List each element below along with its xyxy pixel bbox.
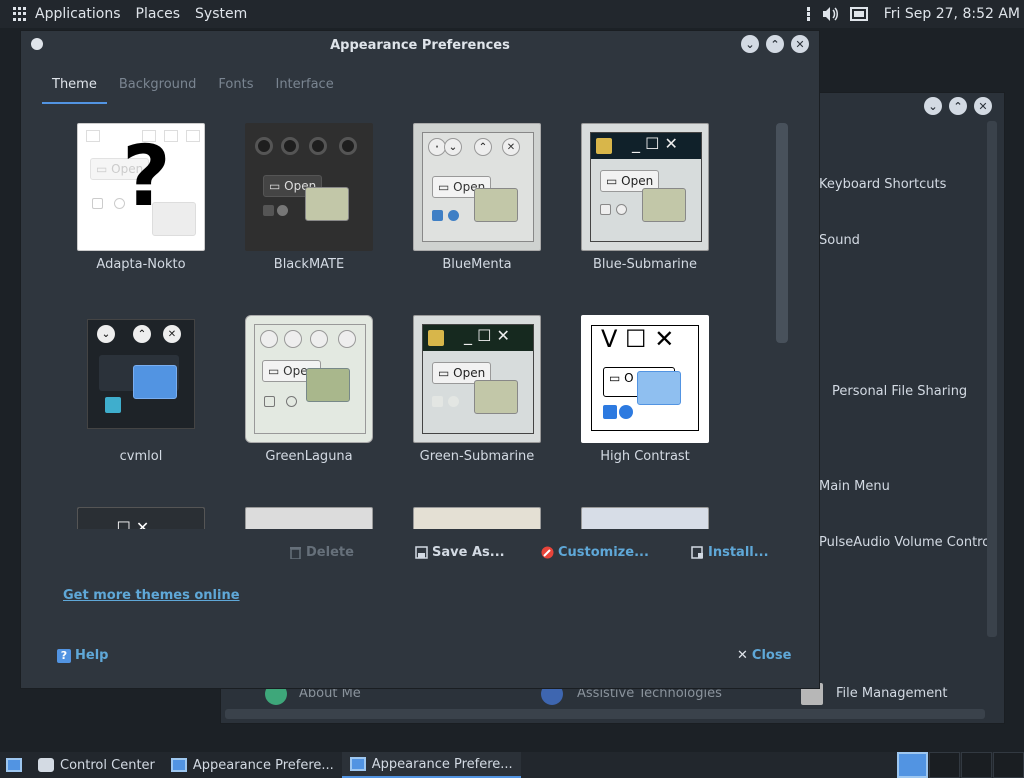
dialog-titlebar[interactable]: Appearance Preferences ⌄ ⌃ ✕ (21, 31, 819, 59)
theme-label: Green-Submarine (419, 449, 535, 464)
theme-thumbnail: V ☐ ✕ ▭ O (581, 315, 709, 443)
tab-fonts[interactable]: Fonts (208, 75, 263, 104)
menu-places[interactable]: Places (136, 6, 181, 22)
theme-label: Adapta-Nokto (96, 257, 186, 272)
theme-thumbnail: ▭ Open ? (77, 123, 205, 251)
workspace-3[interactable] (961, 752, 992, 778)
help-icon: ? (57, 648, 71, 663)
customize-button[interactable]: Customize... (541, 545, 649, 560)
volume-icon[interactable] (822, 6, 840, 22)
bg-item-keyboard-shortcuts[interactable]: Keyboard Shortcuts (819, 177, 946, 192)
desktop-icon (6, 758, 22, 772)
paint-icon (541, 546, 554, 559)
save-as-button[interactable]: Save As... (415, 545, 505, 560)
tab-theme[interactable]: Theme (42, 75, 107, 104)
system-tray: Fri Sep 27, 8:52 AM (806, 0, 1020, 28)
top-panel: Applications Places System Fri Sep 27, 8… (0, 0, 1024, 28)
maximize-icon[interactable]: ⌃ (766, 35, 784, 53)
theme-label: Blue-Submarine (592, 257, 698, 272)
taskbar: Control Center Appearance Prefere... App… (0, 752, 1024, 778)
close-icon[interactable]: ✕ (791, 35, 809, 53)
close-x-icon: ✕ (737, 648, 748, 663)
workspace-2[interactable] (929, 752, 960, 778)
minimize-icon[interactable]: ⌄ (924, 97, 942, 115)
maximize-icon[interactable]: ⌃ (949, 97, 967, 115)
theme-thumbnail: _ ☐ ✕ ▭ Open (413, 315, 541, 443)
get-more-themes-link[interactable]: Get more themes online (63, 588, 240, 603)
bg-item-main-menu[interactable]: Main Menu (819, 479, 890, 494)
tab-background[interactable]: Background (109, 75, 207, 104)
task-appearance-1[interactable]: Appearance Prefere... (163, 752, 342, 778)
theme-thumbnail (245, 507, 373, 529)
theme-label: BlueMenta (442, 257, 512, 272)
appearance-preferences-dialog: Appearance Preferences ⌄ ⌃ ✕ Theme Backg… (20, 30, 820, 689)
theme-item-blackmate[interactable]: ▭ Open BlackMATE (229, 119, 389, 289)
menu-system[interactable]: System (195, 6, 247, 22)
theme-thumbnail: ▭ Open (245, 123, 373, 251)
theme-grid: ▭ Open ? Adapta-Nokto ▭ Open BlackMATE ·… (43, 119, 769, 529)
theme-thumbnail: · ⌄ ⌃ ✕ ▭ Open (413, 123, 541, 251)
workspace-switcher (897, 752, 1024, 778)
theme-list-scrollbar[interactable] (776, 123, 788, 343)
appearance-icon (170, 758, 187, 772)
bg-horizontal-scrollbar[interactable] (225, 709, 985, 719)
control-center-icon (38, 758, 54, 772)
theme-label: GreenLaguna (265, 449, 353, 464)
theme-label: High Contrast (600, 449, 690, 464)
tab-bar: Theme Background Fonts Interface (42, 75, 346, 104)
applications-grid-icon[interactable] (13, 7, 27, 21)
bg-item-file-management[interactable]: File Management (836, 686, 948, 701)
theme-item-adapta-nokto[interactable]: ▭ Open ? Adapta-Nokto (61, 119, 221, 289)
dialog-title: Appearance Preferences (330, 37, 510, 53)
delete-button[interactable]: Delete (289, 545, 354, 560)
bg-item-pulseaudio[interactable]: PulseAudio Volume Control (819, 535, 994, 550)
close-icon[interactable]: ✕ (974, 97, 992, 115)
bg-item-personal-file-sharing[interactable]: Personal File Sharing (832, 384, 967, 399)
theme-thumbnail (413, 507, 541, 529)
task-appearance-2[interactable]: Appearance Prefere... (341, 752, 521, 778)
network-icon[interactable] (806, 6, 812, 22)
minimize-icon[interactable]: ⌄ (741, 35, 759, 53)
close-button[interactable]: ✕ Close (737, 648, 791, 663)
theme-item-partial-4[interactable] (565, 503, 725, 529)
install-button[interactable]: Install... (691, 545, 769, 560)
theme-item-partial-1[interactable]: ⌄ ☐ ✕ (61, 503, 221, 529)
theme-item-bluementa[interactable]: · ⌄ ⌃ ✕ ▭ Open BlueMenta (397, 119, 557, 289)
appearance-icon (349, 757, 366, 771)
install-icon (691, 546, 703, 559)
theme-item-high-contrast[interactable]: V ☐ ✕ ▭ O High Contrast (565, 311, 725, 481)
theme-thumbnail: ▭ Open (245, 315, 373, 443)
save-icon (415, 546, 428, 559)
trash-icon (290, 547, 301, 559)
clock[interactable]: Fri Sep 27, 8:52 AM (884, 6, 1020, 22)
window-menu-icon[interactable] (31, 38, 43, 50)
bg-vertical-scrollbar[interactable] (987, 121, 997, 637)
theme-thumbnail: _ ☐ ✕ ▭ Open (581, 123, 709, 251)
theme-item-green-submarine[interactable]: _ ☐ ✕ ▭ Open Green-Submarine (397, 311, 557, 481)
theme-item-blue-submarine[interactable]: _ ☐ ✕ ▭ Open Blue-Submarine (565, 119, 725, 289)
task-control-center[interactable]: Control Center (30, 752, 163, 778)
menu-applications[interactable]: Applications (35, 6, 121, 22)
theme-item-partial-2[interactable] (229, 503, 389, 529)
theme-thumbnail: ⌄ ☐ ✕ (77, 507, 205, 529)
workspace-4[interactable] (993, 752, 1024, 778)
theme-item-greenlaguna[interactable]: ▭ Open GreenLaguna (229, 311, 389, 481)
workspace-1[interactable] (897, 752, 928, 778)
theme-item-partial-3[interactable] (397, 503, 557, 529)
display-icon[interactable] (849, 6, 868, 22)
theme-thumbnail: ⌄ ⌃ ✕ (77, 315, 205, 443)
theme-item-cvmlol[interactable]: ⌄ ⌃ ✕ cvmlol (61, 311, 221, 481)
tab-interface[interactable]: Interface (265, 75, 343, 104)
theme-thumbnail (581, 507, 709, 529)
theme-label: cvmlol (119, 449, 163, 464)
show-desktop-button[interactable] (0, 752, 30, 778)
theme-label: BlackMATE (273, 257, 345, 272)
help-button[interactable]: ? Help (57, 648, 108, 663)
bg-item-sound[interactable]: Sound (819, 233, 860, 248)
